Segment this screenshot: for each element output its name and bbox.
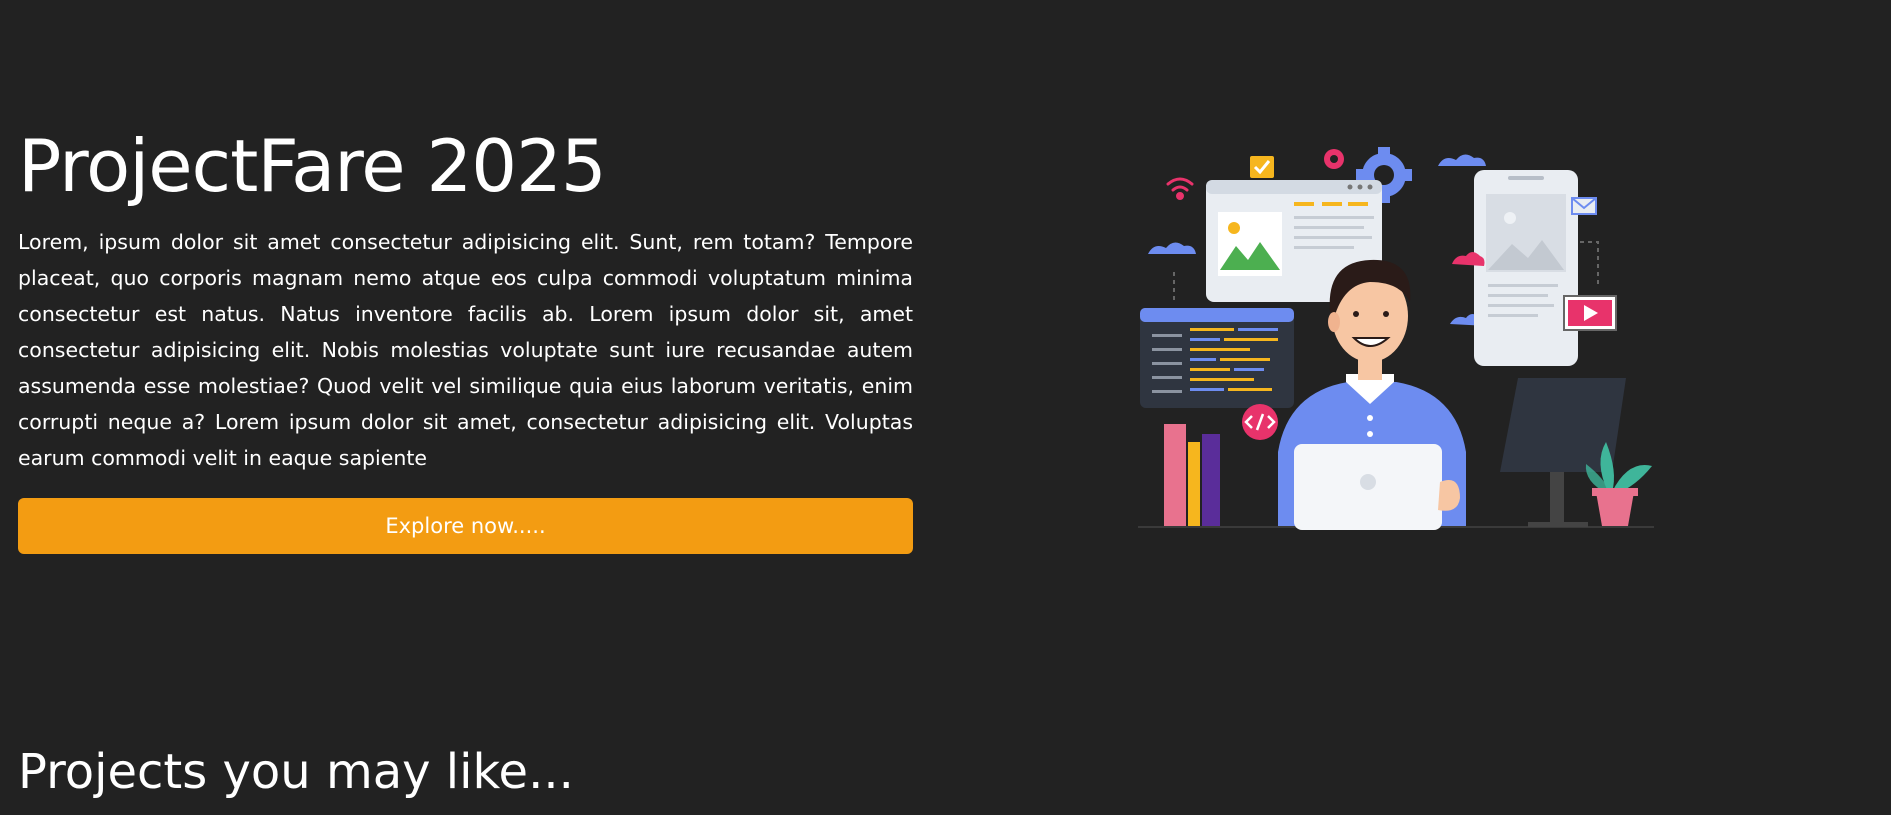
developer-illustration: [1138, 147, 1654, 530]
wifi-icon: [1166, 177, 1194, 200]
hero-description: Lorem, ipsum dolor sit amet consectetur …: [18, 230, 913, 470]
hand: [1438, 480, 1460, 511]
explore-now-button[interactable]: Explore now.....: [18, 498, 913, 554]
video-play-icon: [1563, 295, 1617, 331]
hero-text-block: ProjectFare 2025 Lorem, ipsum dolor sit …: [18, 118, 913, 554]
mail-icon: [1571, 197, 1597, 215]
page: ProjectFare 2025 Lorem, ipsum dolor sit …: [0, 0, 1891, 815]
laptop: [1294, 444, 1442, 530]
code-icon: [1242, 404, 1278, 440]
mobile-screen: [1474, 170, 1578, 366]
code-editor-window: [1140, 308, 1294, 408]
books: [1164, 424, 1220, 526]
section-title-projects: Projects you may like...: [18, 744, 574, 800]
cloud-icon: [1148, 242, 1196, 254]
small-gear-icon: [1324, 149, 1344, 169]
hero-title: ProjectFare 2025: [18, 124, 607, 208]
check-icon: [1250, 156, 1274, 178]
cloud-icon: [1438, 154, 1486, 166]
